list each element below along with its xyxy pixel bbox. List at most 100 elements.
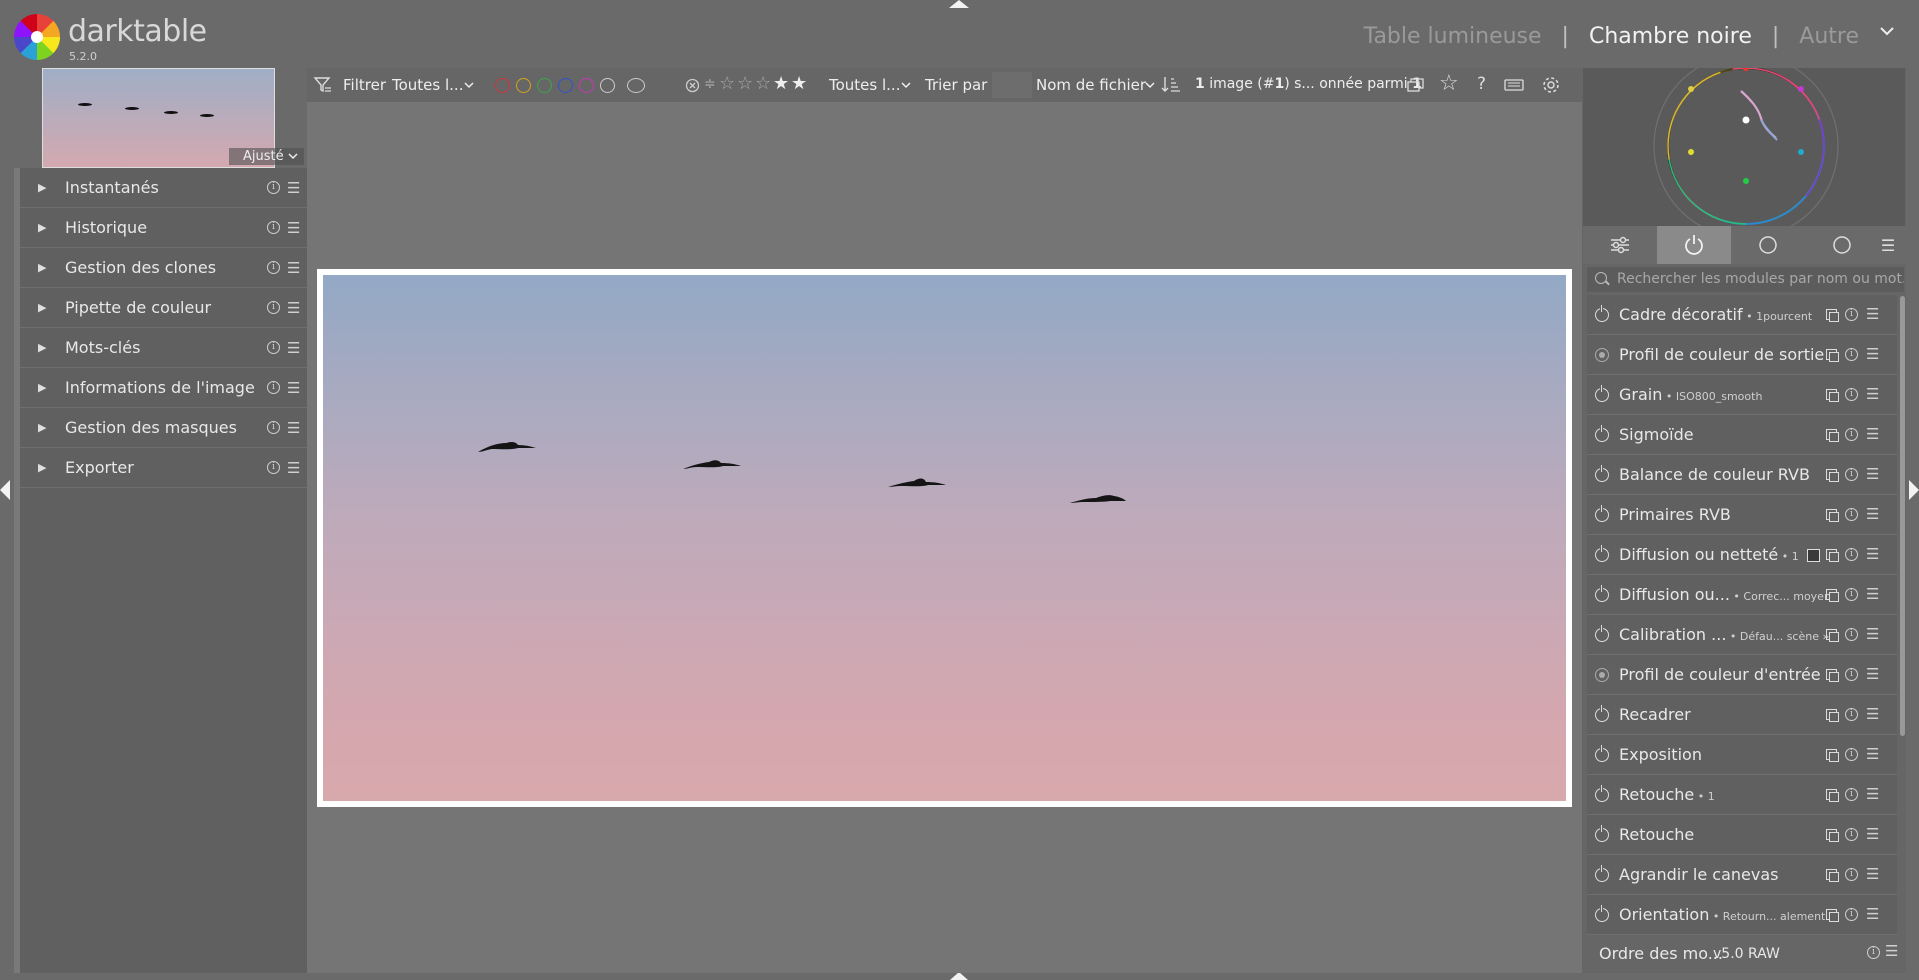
left-module-row[interactable]: ▶ Historique i ☰	[20, 208, 307, 248]
info-icon[interactable]: i	[267, 301, 280, 314]
menu-icon[interactable]: ☰	[287, 179, 300, 197]
multi-instance-icon[interactable]	[1826, 909, 1839, 922]
multi-instance-icon[interactable]	[1826, 309, 1839, 322]
filter-icon[interactable]	[313, 75, 333, 95]
menu-icon[interactable]: ☰	[1866, 465, 1879, 483]
grouping-icon[interactable]	[1407, 77, 1425, 93]
rating-star-filled-icon[interactable]: ★	[791, 73, 807, 94]
color-label-circle-icon[interactable]	[600, 78, 615, 93]
preferences-gear-icon[interactable]	[1541, 75, 1561, 95]
modules-scrollbar[interactable]	[1900, 296, 1905, 736]
tab-group-custom[interactable]	[1805, 226, 1879, 264]
info-icon[interactable]: i	[1845, 668, 1858, 681]
left-module-row[interactable]: ▶ Exporter i ☰	[20, 448, 307, 488]
info-icon[interactable]: i	[1845, 788, 1858, 801]
menu-icon[interactable]: ☰	[1866, 865, 1879, 883]
module-power-icon[interactable]	[1595, 905, 1609, 922]
expand-triangle-icon[interactable]: ▶	[38, 181, 46, 194]
multi-instance-icon[interactable]	[1826, 429, 1839, 442]
center-image-area[interactable]	[307, 102, 1582, 973]
info-icon[interactable]: i	[1845, 308, 1858, 321]
processing-module-row[interactable]: Exposition i ☰	[1587, 735, 1897, 775]
menu-icon[interactable]: ☰	[1866, 745, 1879, 763]
info-icon[interactable]: i	[267, 461, 280, 474]
module-power-icon[interactable]	[1595, 865, 1609, 882]
multi-instance-icon[interactable]	[1826, 349, 1839, 362]
module-power-icon[interactable]	[1595, 785, 1609, 802]
info-icon[interactable]: i	[267, 381, 280, 394]
processing-module-row[interactable]: Recadrer i ☰	[1587, 695, 1897, 735]
tab-quick-access[interactable]	[1583, 226, 1657, 264]
rating-star-icon[interactable]: ☆	[719, 73, 735, 94]
multi-instance-icon[interactable]	[1826, 469, 1839, 482]
favorite-star-icon[interactable]: ☆	[1439, 71, 1459, 96]
module-search-input[interactable]: Rechercher les modules par nom ou mot...	[1587, 267, 1904, 292]
info-icon[interactable]: i	[267, 221, 280, 234]
module-power-icon[interactable]	[1595, 305, 1609, 322]
keyboard-shortcuts-icon[interactable]	[1504, 78, 1524, 92]
module-order-row[interactable]: Ordre des mo... v5.0 RAW i ☰	[1587, 937, 1905, 969]
menu-icon[interactable]: ☰	[287, 299, 300, 317]
processing-module-row[interactable]: Balance de couleur RVB i ☰	[1587, 455, 1897, 495]
multi-instance-icon[interactable]	[1826, 509, 1839, 522]
info-icon[interactable]: i	[267, 181, 280, 194]
menu-icon[interactable]: ☰	[1885, 942, 1898, 960]
info-icon[interactable]: i	[1845, 748, 1858, 761]
info-icon[interactable]: i	[267, 341, 280, 354]
color-label-circle-icon[interactable]	[579, 78, 594, 93]
color-label-and-icon[interactable]	[627, 78, 645, 93]
menu-icon[interactable]: ☰	[1866, 705, 1879, 723]
menu-icon[interactable]: ☰	[1866, 585, 1879, 603]
multi-instance-icon[interactable]	[1826, 829, 1839, 842]
rating-star-filled-icon[interactable]: ★	[773, 73, 789, 94]
left-module-row[interactable]: ▶ Pipette de couleur i ☰	[20, 288, 307, 328]
processing-module-row[interactable]: Grain • ISO800_smooth i ☰	[1587, 375, 1897, 415]
chevron-down-icon[interactable]	[901, 82, 911, 89]
expand-triangle-icon[interactable]: ▶	[38, 341, 46, 354]
multi-instance-icon[interactable]	[1826, 749, 1839, 762]
module-power-icon[interactable]	[1595, 425, 1609, 442]
view-darkroom[interactable]: Chambre noire	[1589, 24, 1752, 49]
menu-icon[interactable]: ☰	[1866, 545, 1879, 563]
info-icon[interactable]: i	[1845, 468, 1858, 481]
module-power-icon[interactable]	[1595, 505, 1609, 522]
info-icon[interactable]: i	[1845, 868, 1858, 881]
processing-module-row[interactable]: Profil de couleur de sortie i ☰	[1587, 335, 1897, 375]
color-label-circle-icon[interactable]	[537, 78, 552, 93]
expand-triangle-icon[interactable]: ▶	[38, 381, 46, 394]
expand-triangle-icon[interactable]: ▶	[38, 221, 46, 234]
expand-triangle-icon[interactable]: ▶	[38, 301, 46, 314]
navigation-zoom-select[interactable]: Ajusté	[229, 148, 304, 165]
module-power-icon[interactable]	[1595, 825, 1609, 842]
help-icon[interactable]: ?	[1477, 74, 1486, 94]
multi-instance-icon[interactable]	[1826, 669, 1839, 682]
multi-instance-icon[interactable]	[1826, 549, 1839, 562]
views-dropdown-chevron-icon[interactable]	[1879, 26, 1895, 36]
processing-module-row[interactable]: Retouche i ☰	[1587, 815, 1897, 855]
info-icon[interactable]: i	[1845, 428, 1858, 441]
menu-icon[interactable]: ☰	[1866, 825, 1879, 843]
color-label-circle-icon[interactable]	[516, 78, 531, 93]
menu-icon[interactable]: ☰	[1866, 425, 1879, 443]
info-icon[interactable]: i	[1867, 946, 1880, 959]
menu-icon[interactable]: ☰	[1866, 785, 1879, 803]
rating-star-icon[interactable]: ☆	[737, 73, 753, 94]
left-module-row[interactable]: ▶ Gestion des clones i ☰	[20, 248, 307, 288]
menu-icon[interactable]: ☰	[287, 219, 300, 237]
multi-instance-icon[interactable]	[1826, 389, 1839, 402]
left-module-row[interactable]: ▶ Gestion des masques i ☰	[20, 408, 307, 448]
not-rated-icon[interactable]: ≑	[704, 76, 716, 92]
expand-triangle-icon[interactable]: ▶	[38, 461, 46, 474]
left-module-row[interactable]: ▶ Informations de l'image i ☰	[20, 368, 307, 408]
menu-icon[interactable]: ☰	[287, 419, 300, 437]
expand-triangle-icon[interactable]: ▶	[38, 261, 46, 274]
menu-icon[interactable]: ☰	[1866, 305, 1879, 323]
info-icon[interactable]: i	[1845, 708, 1858, 721]
info-icon[interactable]: i	[1845, 828, 1858, 841]
rejected-icon[interactable]	[685, 78, 700, 93]
multi-instance-icon[interactable]	[1826, 709, 1839, 722]
info-icon[interactable]: i	[1845, 628, 1858, 641]
menu-icon[interactable]: ☰	[1866, 345, 1879, 363]
info-icon[interactable]: i	[1845, 908, 1858, 921]
module-power-icon[interactable]	[1595, 385, 1609, 402]
